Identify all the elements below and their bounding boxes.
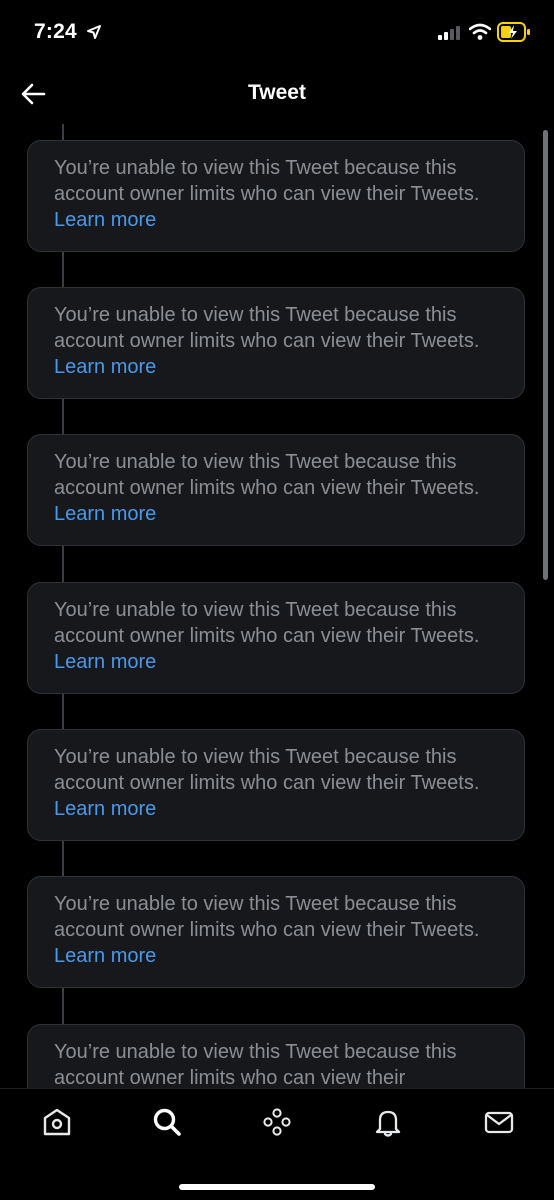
header: Tweet: [0, 62, 554, 124]
unavailable-tweet-card[interactable]: You’re unable to view this Tweet because…: [27, 582, 525, 694]
unavailable-tweet-message: You’re unable to view this Tweet because…: [54, 449, 504, 527]
unavailable-tweet-text: You’re unable to view this Tweet because…: [54, 304, 480, 352]
unavailable-tweet-card[interactable]: You’re unable to view this Tweet because…: [27, 434, 525, 546]
home-icon[interactable]: [41, 1106, 73, 1138]
unavailable-tweet-card[interactable]: You’re unable to view this Tweet because…: [27, 729, 525, 841]
learn-more-link[interactable]: Learn more: [54, 651, 156, 673]
unavailable-tweet-text: You’re unable to view this Tweet because…: [54, 893, 480, 941]
learn-more-link[interactable]: Learn more: [54, 945, 156, 967]
unavailable-tweet-text: You’re unable to view this Tweet because…: [54, 1041, 457, 1088]
unavailable-tweet-message: You’re unable to view this Tweet because…: [54, 597, 504, 675]
cellular-signal-icon: [438, 26, 460, 40]
status-bar: 7:24: [0, 0, 554, 62]
learn-more-link[interactable]: Learn more: [54, 798, 156, 820]
unavailable-tweet-message: You’re unable to view this Tweet because…: [54, 155, 504, 233]
learn-more-link[interactable]: Learn more: [54, 209, 156, 231]
unavailable-tweet-text: You’re unable to view this Tweet because…: [54, 746, 480, 794]
unavailable-tweet-message: You’re unable to view this Tweet because…: [54, 1039, 504, 1088]
wifi-icon: [469, 23, 491, 40]
unavailable-tweet-message: You’re unable to view this Tweet because…: [54, 744, 504, 822]
search-icon[interactable]: [151, 1106, 183, 1138]
spaces-icon[interactable]: [261, 1106, 293, 1138]
unavailable-tweet-card[interactable]: You’re unable to view this Tweet because…: [27, 287, 525, 399]
thread-list[interactable]: You’re unable to view this Tweet because…: [0, 124, 554, 1088]
unavailable-tweet-message: You’re unable to view this Tweet because…: [54, 891, 504, 969]
scrollbar[interactable]: [543, 130, 548, 580]
battery-charging-icon: [497, 22, 530, 42]
home-indicator[interactable]: [179, 1184, 375, 1190]
learn-more-link[interactable]: Learn more: [54, 356, 156, 378]
unavailable-tweet-text: You’re unable to view this Tweet because…: [54, 157, 480, 205]
unavailable-tweet-message: You’re unable to view this Tweet because…: [54, 302, 504, 380]
notifications-bell-icon[interactable]: [372, 1106, 404, 1138]
page-title: Tweet: [248, 81, 306, 104]
unavailable-tweet-text: You’re unable to view this Tweet because…: [54, 599, 480, 647]
learn-more-link[interactable]: Learn more: [54, 503, 156, 525]
location-arrow-icon: [87, 25, 101, 39]
messages-envelope-icon[interactable]: [483, 1106, 515, 1138]
unavailable-tweet-card[interactable]: You’re unable to view this Tweet because…: [27, 1024, 525, 1088]
status-time: 7:24: [34, 20, 77, 43]
unavailable-tweet-card[interactable]: You’re unable to view this Tweet because…: [27, 140, 525, 252]
unavailable-tweet-text: You’re unable to view this Tweet because…: [54, 451, 480, 499]
unavailable-tweet-card[interactable]: You’re unable to view this Tweet because…: [27, 876, 525, 988]
